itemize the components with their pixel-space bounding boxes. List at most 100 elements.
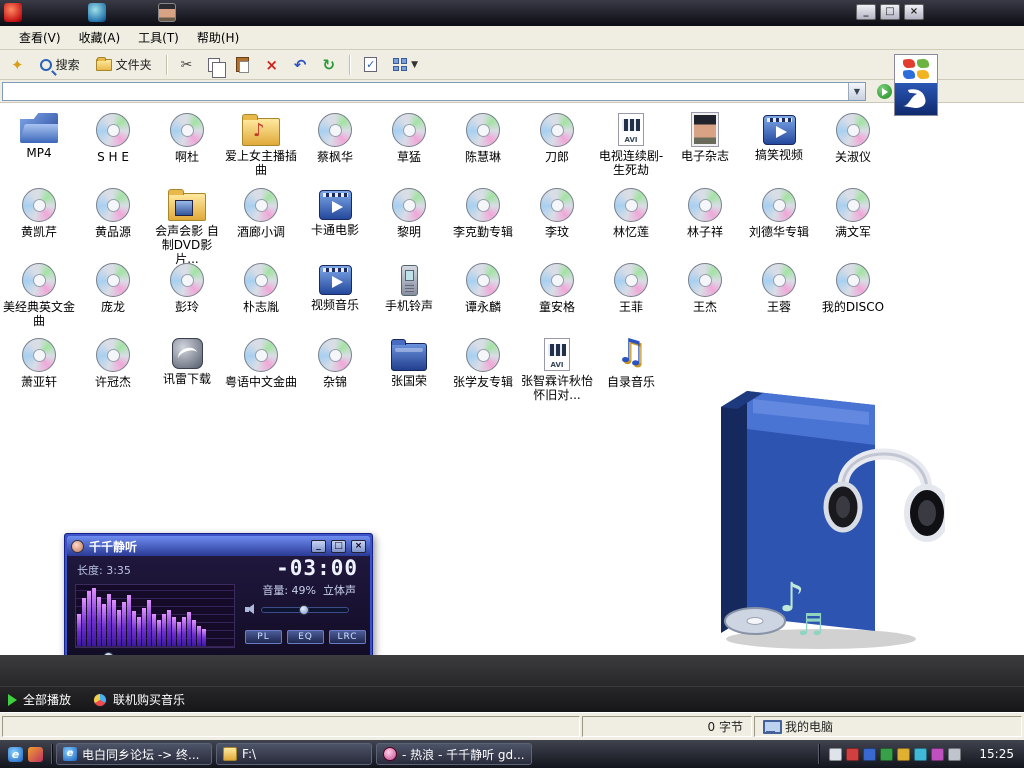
file-item[interactable]: 陈慧琳 <box>446 113 520 188</box>
paste-button[interactable] <box>231 54 254 75</box>
play-all-button[interactable]: 全部播放 <box>8 691 71 708</box>
file-item[interactable]: 黎明 <box>372 188 446 263</box>
input-method-tray-icon[interactable] <box>948 748 961 761</box>
file-item[interactable]: 电子杂志 <box>668 113 742 188</box>
menu-item[interactable]: 查看(V) <box>10 26 70 49</box>
file-item[interactable]: 自录音乐 <box>594 338 668 413</box>
menu-item[interactable]: 帮助(H) <box>188 26 248 49</box>
search-button[interactable]: 搜索 <box>35 53 85 76</box>
file-item[interactable]: 粤语中文金曲 <box>224 338 298 413</box>
file-item[interactable]: 庞龙 <box>76 263 150 338</box>
file-item[interactable]: 搞笑视频 <box>742 113 816 188</box>
file-item[interactable]: 杂锦 <box>298 338 372 413</box>
pl-button[interactable]: PL <box>245 630 282 644</box>
file-item[interactable]: 李玟 <box>520 188 594 263</box>
antivirus-tray-icon[interactable] <box>880 748 893 761</box>
file-item[interactable]: 王菲 <box>594 263 668 338</box>
journal-button[interactable] <box>359 54 382 75</box>
file-item[interactable]: 啊杜 <box>150 113 224 188</box>
lrc-button[interactable]: LRC <box>329 630 366 644</box>
download-tray-icon[interactable] <box>914 748 927 761</box>
file-item[interactable]: 爱上女主播插曲 <box>224 113 298 188</box>
refresh-button[interactable]: ↻ <box>318 55 341 75</box>
taskbar-window-button[interactable]: F:\ <box>216 743 372 765</box>
file-item[interactable]: 我的DISCO <box>816 263 890 338</box>
message-tray-icon[interactable] <box>846 748 859 761</box>
close-button[interactable]: × <box>904 4 924 20</box>
file-item[interactable]: 林子祥 <box>668 188 742 263</box>
file-item[interactable]: 萧亚轩 <box>2 338 76 413</box>
desktop-shortcut-icon[interactable] <box>88 3 106 22</box>
maximize-button[interactable]: □ <box>880 4 900 20</box>
file-item[interactable]: 美经典英文金曲 <box>2 263 76 338</box>
chat-tray-icon[interactable] <box>931 748 944 761</box>
cut-button[interactable]: ✂ <box>176 55 198 75</box>
player-close-button[interactable]: × <box>351 540 366 553</box>
cd-icon <box>540 263 574 297</box>
file-item[interactable]: 李克勤专辑 <box>446 188 520 263</box>
player-mode-button[interactable]: □ <box>331 540 346 553</box>
file-item[interactable]: 视频音乐 <box>298 263 372 338</box>
menu-item[interactable]: 工具(T) <box>129 26 188 49</box>
tb-folder-icon <box>223 747 237 761</box>
minimize-button[interactable]: _ <box>856 4 876 20</box>
taskbar-button-label: F:\ <box>242 747 256 761</box>
desktop-shortcut-icon[interactable] <box>4 3 22 22</box>
file-label: 草猛 <box>397 150 421 164</box>
file-item[interactable]: 王蓉 <box>742 263 816 338</box>
folders-button-label: 文件夹 <box>116 56 152 73</box>
volume-slider[interactable] <box>261 607 349 613</box>
file-item[interactable]: 蔡枫华 <box>298 113 372 188</box>
buy-music-online-button[interactable]: 联机购买音乐 <box>93 691 185 708</box>
file-item[interactable]: 张国荣 <box>372 338 446 413</box>
network-tray-icon[interactable] <box>863 748 876 761</box>
file-item[interactable]: 谭永麟 <box>446 263 520 338</box>
volume-tray-icon[interactable] <box>897 748 910 761</box>
file-item[interactable]: 关淑仪 <box>816 113 890 188</box>
file-item[interactable]: 卡通电影 <box>298 188 372 263</box>
file-item[interactable]: 刀郎 <box>520 113 594 188</box>
file-item[interactable]: 童安格 <box>520 263 594 338</box>
file-item[interactable]: 朴志胤 <box>224 263 298 338</box>
file-item[interactable]: 满文军 <box>816 188 890 263</box>
file-label: S H E <box>97 150 129 164</box>
file-item[interactable]: 草猛 <box>372 113 446 188</box>
delete-button[interactable]: × <box>260 55 283 75</box>
file-item[interactable]: 手机铃声 <box>372 263 446 338</box>
player-titlebar[interactable]: 千千静听 _ □ × <box>67 536 370 556</box>
menu-item[interactable]: 收藏(A) <box>70 26 130 49</box>
file-item[interactable]: 林忆莲 <box>594 188 668 263</box>
favorites-button[interactable]: ✦ <box>6 55 29 75</box>
file-item[interactable]: 会声会影 自制DVD影片... <box>150 188 224 263</box>
taskbar-window-button[interactable]: - 热浪 - 千千静听 gd... <box>376 743 532 765</box>
file-item[interactable]: 许冠杰 <box>76 338 150 413</box>
file-item[interactable]: 王杰 <box>668 263 742 338</box>
copy-button[interactable] <box>203 55 225 75</box>
file-item[interactable]: 刘德华专辑 <box>742 188 816 263</box>
eq-button[interactable]: EQ <box>287 630 324 644</box>
address-input[interactable] <box>3 83 848 100</box>
file-item[interactable]: 讯雷下载 <box>150 338 224 413</box>
taskbar-window-button[interactable]: e电白同乡论坛 -> 终... <box>56 743 212 765</box>
undo-button[interactable]: ↶ <box>289 55 312 75</box>
file-item[interactable]: 张智霖许秋怡怀旧对... <box>520 338 594 413</box>
file-item[interactable]: 黄凯芹 <box>2 188 76 263</box>
file-item[interactable]: MP4 <box>2 113 76 188</box>
address-dropdown-button[interactable]: ▼ <box>848 83 865 100</box>
seek-knob[interactable] <box>103 652 114 655</box>
desktop-photo-icon[interactable] <box>158 3 176 22</box>
file-item[interactable]: 张学友专辑 <box>446 338 520 413</box>
file-item[interactable]: S H E <box>76 113 150 188</box>
folders-button[interactable]: 文件夹 <box>91 53 157 76</box>
file-item[interactable]: 彭玲 <box>150 263 224 338</box>
file-item[interactable]: 电视连续剧-生死劫 <box>594 113 668 188</box>
keyboard-tray-icon[interactable] <box>829 748 842 761</box>
ie-quicklaunch-icon[interactable]: e <box>8 747 23 762</box>
volume-knob[interactable] <box>299 605 309 615</box>
system-tray <box>823 748 967 761</box>
views-button[interactable]: ▼ <box>388 55 423 74</box>
file-item[interactable]: 酒廊小调 <box>224 188 298 263</box>
player-minimize-button[interactable]: _ <box>311 540 326 553</box>
media-quicklaunch-icon[interactable] <box>28 747 43 762</box>
file-item[interactable]: 黄品源 <box>76 188 150 263</box>
